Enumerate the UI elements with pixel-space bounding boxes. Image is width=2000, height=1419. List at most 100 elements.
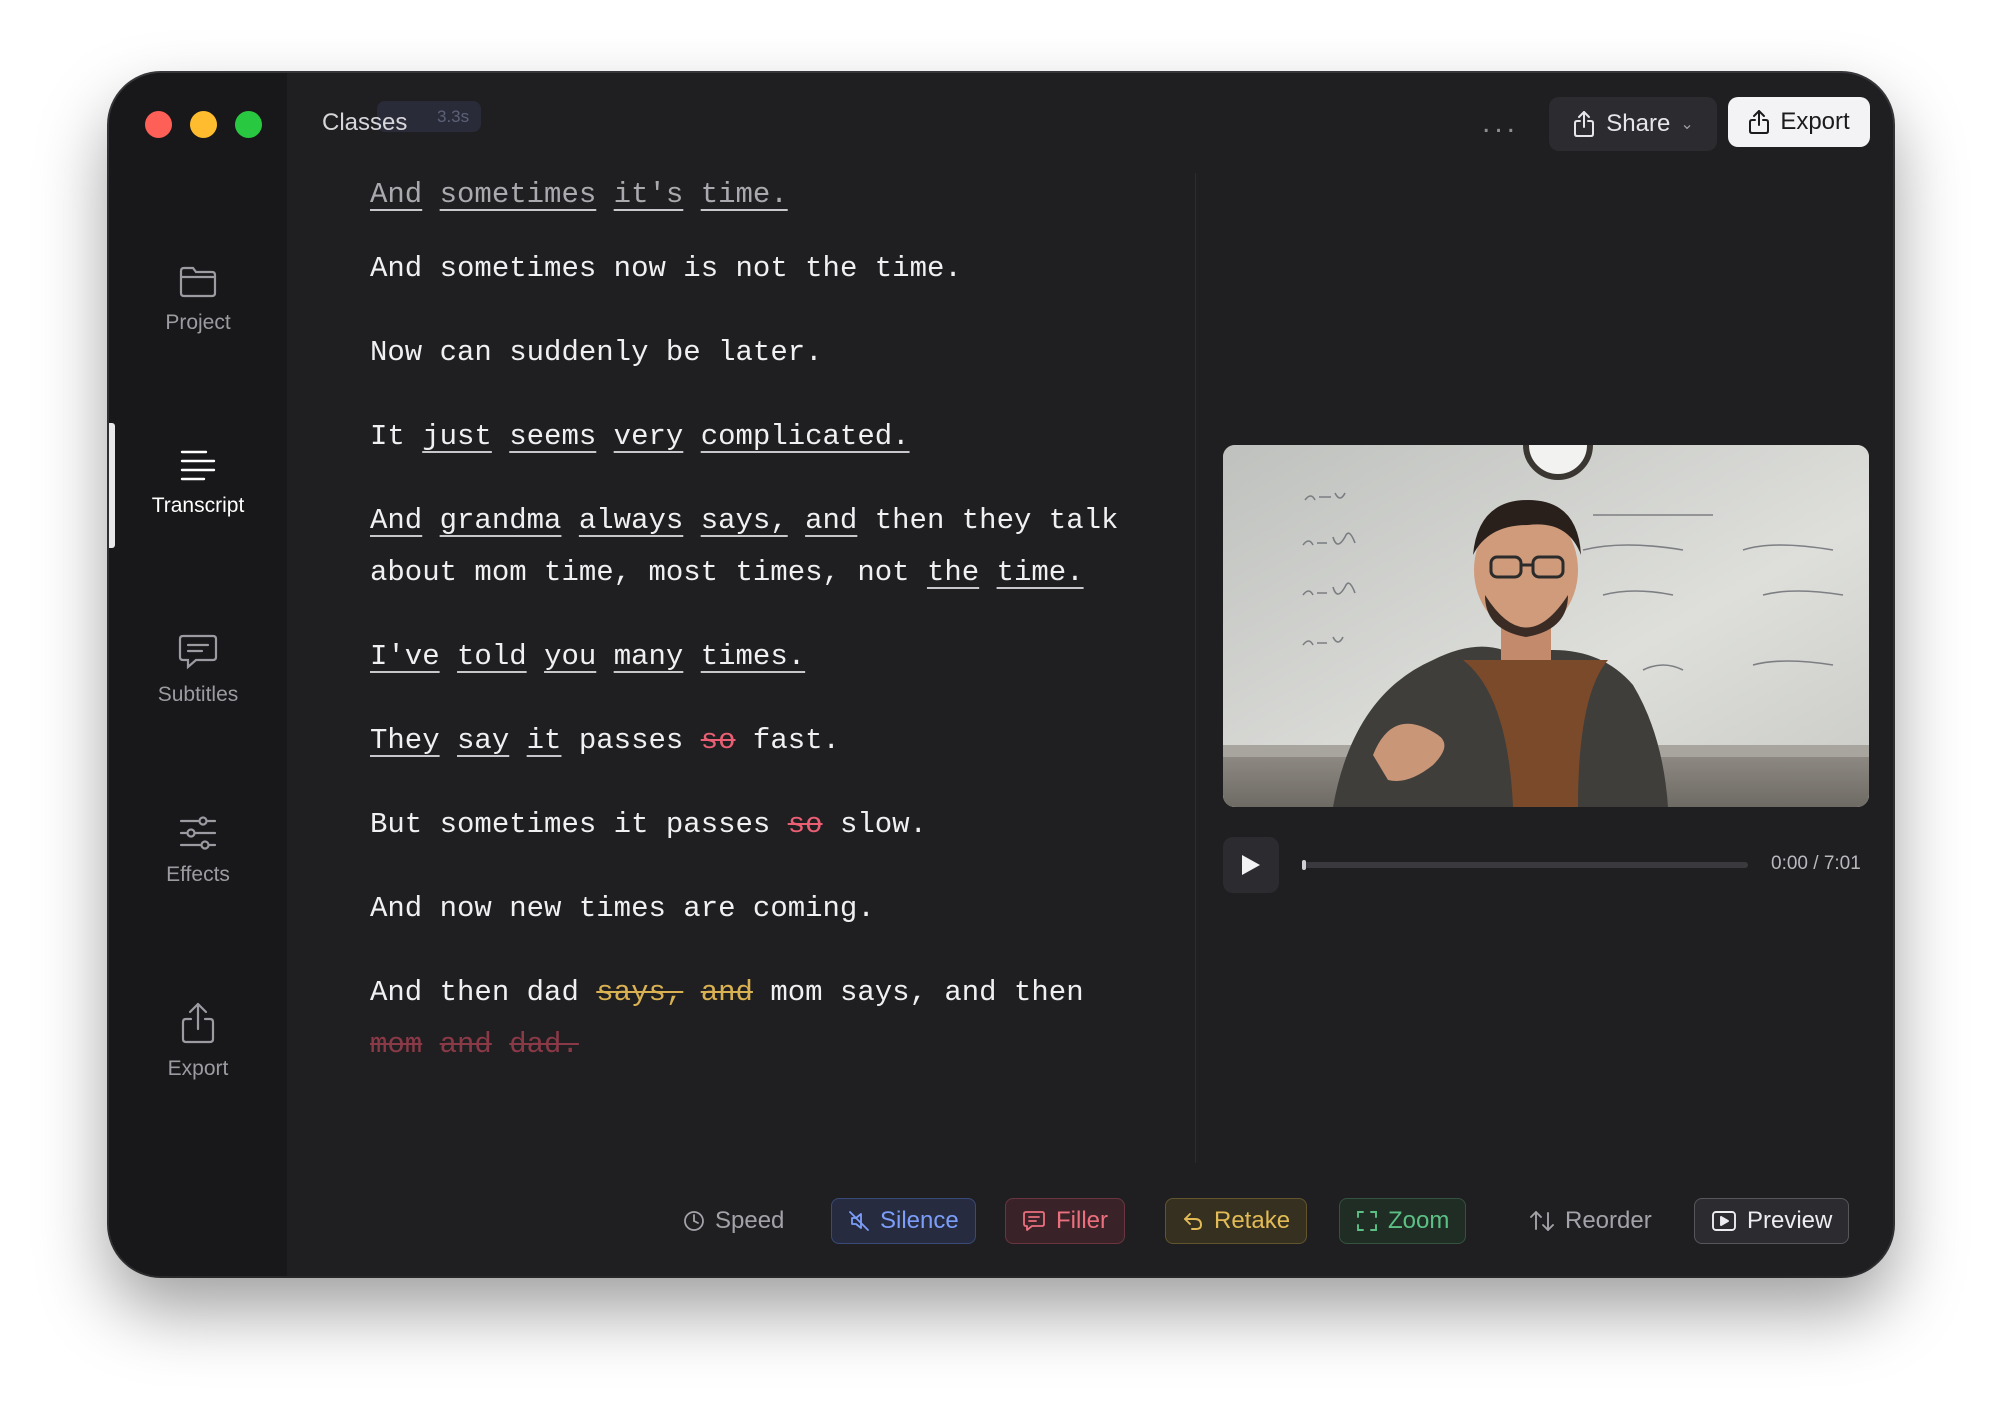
transcript-word[interactable]: be [666,336,701,369]
transcript-line[interactable]: But sometimes it passes so slow. [370,799,1130,851]
transcript-word[interactable]: I've [370,640,440,673]
transcript-word[interactable]: time. [997,556,1084,589]
transcript-word[interactable]: then [875,504,945,537]
sidebar-item-project[interactable]: Project [109,265,287,335]
transcript-word[interactable]: about [370,556,457,589]
export-button[interactable]: Export [1728,97,1870,147]
sidebar-item-transcript[interactable]: Transcript [109,448,287,518]
transcript-editor[interactable]: And sometimes it's time. And sometimes no… [370,169,1130,1103]
transcript-word[interactable]: says, [596,976,683,1009]
transcript-word[interactable]: now [440,892,492,925]
sidebar-item-export[interactable]: Export [109,1001,287,1081]
transcript-word[interactable]: and [440,1028,492,1061]
transcript-word[interactable]: And [370,252,422,285]
transcript-word[interactable]: sometimes [440,252,597,285]
transcript-word[interactable]: mom [370,1028,422,1061]
minimize-window-button[interactable] [190,111,217,138]
transcript-word[interactable]: new [509,892,561,925]
transcript-word[interactable]: seems [509,420,596,453]
transcript-word[interactable]: talk [1049,504,1119,537]
transcript-word[interactable]: many [614,640,684,673]
transcript-word[interactable]: and [944,976,996,1009]
transcript-word[interactable]: And [370,976,422,1009]
transcript-word[interactable]: and [805,504,857,537]
transcript-word[interactable]: sometimes [440,808,597,841]
transcript-word[interactable]: not [857,556,909,589]
filler-button[interactable]: Filler [1005,1198,1125,1244]
transcript-word[interactable]: told [457,640,527,673]
transcript-word[interactable]: passes [666,808,770,841]
transcript-line[interactable]: Now can suddenly be later. [370,327,1130,379]
transcript-word[interactable]: And [370,504,422,537]
speed-button[interactable]: Speed [667,1198,800,1244]
transcript-word[interactable]: so [788,808,823,841]
retake-button[interactable]: Retake [1165,1198,1308,1244]
transcript-word[interactable]: can [440,336,492,369]
transcript-word[interactable]: the [927,556,979,589]
transcript-word[interactable]: always [579,504,683,537]
transcript-word[interactable]: coming. [753,892,875,925]
transcript-word[interactable]: time. [701,178,788,211]
transcript-word[interactable]: it [614,808,649,841]
transcript-word[interactable]: dad. [509,1028,579,1061]
scrubber-handle[interactable] [1302,860,1306,870]
zoom-button[interactable]: Zoom [1339,1198,1467,1244]
preview-button[interactable]: Preview [1694,1198,1850,1244]
transcript-line[interactable]: They say it passes so fast. [370,715,1130,767]
transcript-word[interactable]: fast. [753,724,840,757]
reorder-button[interactable]: Reorder [1513,1198,1668,1244]
transcript-line[interactable]: And then dad says, and mom says, and the… [370,967,1130,1071]
transcript-word[interactable]: suddenly [509,336,648,369]
transcript-word[interactable]: dad [527,976,579,1009]
transcript-word[interactable]: not [736,252,788,285]
transcript-word[interactable]: are [683,892,735,925]
transcript-word[interactable]: you [544,640,596,673]
transcript-word[interactable]: it's [614,178,684,211]
transcript-word[interactable]: later. [718,336,822,369]
more-options-button[interactable]: ... [1482,108,1519,138]
transcript-word[interactable]: slow. [840,808,927,841]
transcript-word[interactable]: Now [370,336,422,369]
transcript-word[interactable]: passes [579,724,683,757]
transcript-word[interactable]: the [805,252,857,285]
transcript-word[interactable]: mom [474,556,526,589]
transcript-word[interactable]: now [614,252,666,285]
close-window-button[interactable] [145,111,172,138]
transcript-line[interactable]: And sometimes it's time. [370,169,1130,221]
transcript-word[interactable]: time, [544,556,631,589]
transcript-word[interactable]: And [370,892,422,925]
transcript-word[interactable]: then [440,976,510,1009]
transcript-word[interactable]: But [370,808,422,841]
transcript-word[interactable]: say [457,724,509,757]
transcript-line[interactable]: It just seems very complicated. [370,411,1130,463]
video-preview[interactable] [1223,445,1869,807]
silence-button[interactable]: Silence [831,1198,976,1244]
play-button[interactable] [1223,837,1279,893]
transcript-word[interactable]: mom [770,976,822,1009]
transcript-word[interactable]: they [962,504,1032,537]
transcript-word[interactable]: just [422,420,492,453]
transcript-word[interactable]: They [370,724,440,757]
transcript-word[interactable]: And [370,178,422,211]
transcript-line[interactable]: And now new times are coming. [370,883,1130,935]
transcript-word[interactable]: times, [736,556,840,589]
transcript-word[interactable]: it [527,724,562,757]
transcript-word[interactable]: most [648,556,718,589]
sidebar-item-subtitles[interactable]: Subtitles [109,633,287,707]
transcript-word[interactable]: sometimes [440,178,597,211]
transcript-word[interactable]: time. [875,252,962,285]
transcript-word[interactable]: then [1014,976,1084,1009]
transcript-word[interactable]: and [701,976,753,1009]
transcript-line[interactable]: I've told you many times. [370,631,1130,683]
transcript-word[interactable]: It [370,420,405,453]
transcript-word[interactable]: times [579,892,666,925]
share-button[interactable]: Share ⌄ [1549,97,1717,151]
playback-scrubber[interactable] [1302,860,1748,870]
transcript-line[interactable]: And sometimes now is not the time. [370,243,1130,295]
transcript-word[interactable]: times. [701,640,805,673]
transcript-word[interactable]: very [614,420,684,453]
transcript-word[interactable]: says, [840,976,927,1009]
sidebar-item-effects[interactable]: Effects [109,815,287,887]
transcript-line[interactable]: And grandma always says, and then they t… [370,495,1130,599]
transcript-word[interactable]: complicated. [701,420,910,453]
